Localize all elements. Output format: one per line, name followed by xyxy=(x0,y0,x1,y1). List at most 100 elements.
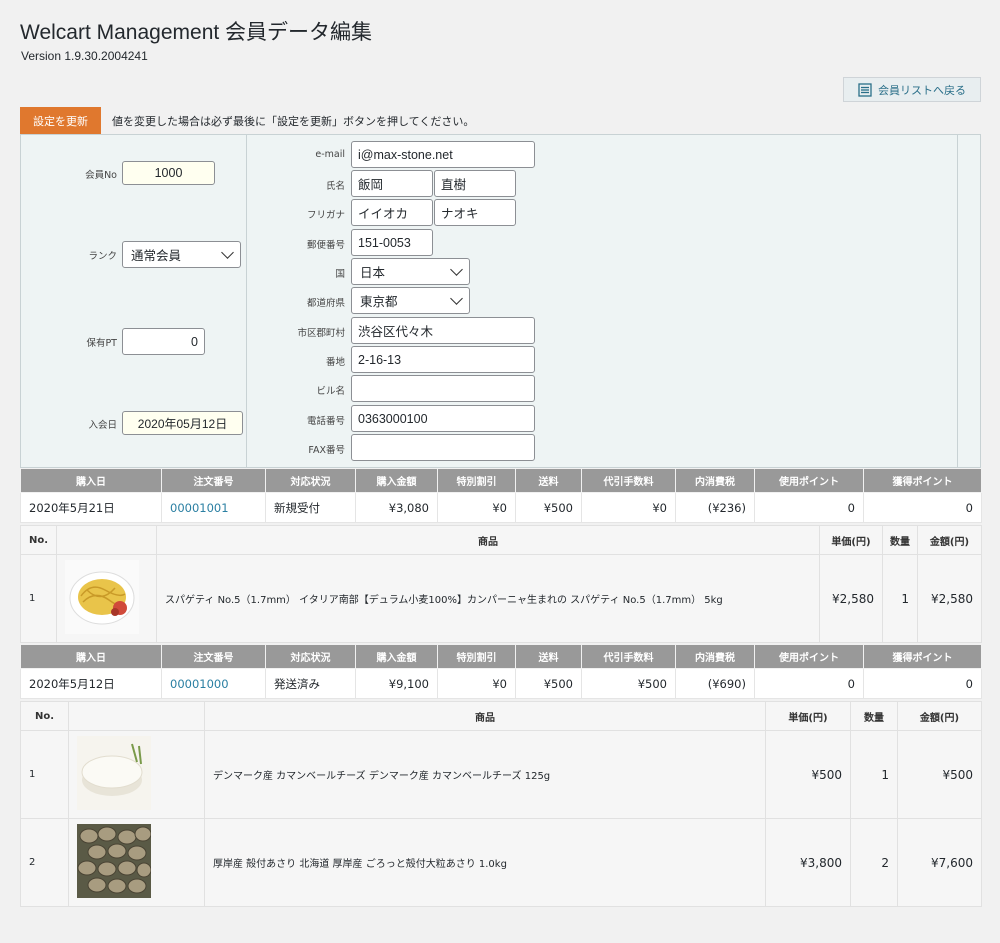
last-name-field[interactable]: 飯岡 xyxy=(351,170,433,197)
building-label: ビル名 xyxy=(316,386,345,397)
order-summary-table: 購入日 注文番号 対応状況 購入金額 特別割引 送料 代引手数料 内消費税 使用… xyxy=(20,468,982,523)
item-image-cell xyxy=(56,554,157,643)
join-date-label: 入会日 xyxy=(88,420,117,431)
item-total: ¥7,600 xyxy=(897,818,982,907)
member-no-label: 会員No xyxy=(85,170,117,181)
order-tax: (¥690) xyxy=(675,668,755,699)
order-amount: ¥9,100 xyxy=(355,668,438,699)
order-number-link[interactable]: 00001001 xyxy=(161,492,266,523)
rank-select[interactable]: 通常会員 xyxy=(122,241,241,268)
fax-field[interactable] xyxy=(351,434,535,461)
col-header-no: No. xyxy=(20,701,69,731)
col-header-qty: 数量 xyxy=(882,525,918,555)
order-status: 発送済み xyxy=(265,668,356,699)
prefecture-label: 都道府県 xyxy=(306,298,345,309)
address-label: 番地 xyxy=(325,357,345,368)
col-header-product: 商品 xyxy=(204,701,766,731)
fax-label: FAX番号 xyxy=(308,445,345,456)
member-form: 会員No 1000 ランク 通常会員 保有PT 0 入会日 2020年05月12… xyxy=(20,134,981,468)
tel-field[interactable]: 0363000100 xyxy=(351,405,535,432)
email-field[interactable]: i@max-stone.net xyxy=(351,141,535,168)
item-product-name: デンマーク産 カマンベールチーズ デンマーク産 カマンベールチーズ 125g xyxy=(204,730,766,819)
zip-label: 郵便番号 xyxy=(306,240,345,251)
prefecture-value: 東京都 xyxy=(360,294,398,309)
col-header-order-no: 注文番号 xyxy=(161,468,266,493)
item-row: 2 厚岸産 殻付あさり 北海道 厚岸産 ごろっと殻付大粒あさり 1.0kg ¥3… xyxy=(20,818,982,907)
item-row: 1 スパゲティ No.5（1.7mm） イタリア南部【デュラム小麦100%】カン… xyxy=(20,554,982,643)
item-unit-price: ¥2,580 xyxy=(819,554,883,643)
col-header-no: No. xyxy=(20,525,57,555)
first-name-field[interactable]: 直樹 xyxy=(434,170,516,197)
rank-value: 通常会員 xyxy=(131,248,182,263)
col-header-unit-price: 単価(円) xyxy=(765,701,851,731)
item-product-name: 厚岸産 殻付あさり 北海道 厚岸産 ごろっと殻付大粒あさり 1.0kg xyxy=(204,818,766,907)
col-header-amount: 購入金額 xyxy=(355,644,438,669)
last-kana-field[interactable]: イイオカ xyxy=(351,199,433,226)
item-no: 1 xyxy=(20,730,69,819)
item-qty: 2 xyxy=(850,818,898,907)
join-date-field: 2020年05月12日 xyxy=(122,411,243,435)
order-tax: (¥236) xyxy=(675,492,755,523)
col-header-status: 対応状況 xyxy=(265,468,356,493)
order-items-table: No. 商品 単価(円) 数量 金額(円) 1 デンマーク産 カマンベールチーズ… xyxy=(20,701,982,907)
order-used-points: 0 xyxy=(754,492,864,523)
col-header-used-points: 使用ポイント xyxy=(754,644,864,669)
cheese-image xyxy=(77,736,151,810)
points-label: 保有PT xyxy=(86,338,117,349)
address-field[interactable]: 2-16-13 xyxy=(351,346,535,373)
item-unit-price: ¥3,800 xyxy=(765,818,851,907)
order-number-link[interactable]: 00001000 xyxy=(161,668,266,699)
col-header-earned-points: 獲得ポイント xyxy=(863,644,982,669)
col-header-discount: 特別割引 xyxy=(437,468,516,493)
clams-image xyxy=(77,824,152,898)
order-row: 2020年5月21日 00001001 新規受付 ¥3,080 ¥0 ¥500 … xyxy=(20,492,982,523)
item-qty: 1 xyxy=(850,730,898,819)
item-total: ¥500 xyxy=(897,730,982,819)
order-amount: ¥3,080 xyxy=(355,492,438,523)
order-discount: ¥0 xyxy=(437,668,516,699)
order-shipping: ¥500 xyxy=(515,668,582,699)
first-kana-field[interactable]: ナオキ xyxy=(434,199,516,226)
col-header-used-points: 使用ポイント xyxy=(754,468,864,493)
building-field[interactable] xyxy=(351,375,535,402)
col-header-amount: 購入金額 xyxy=(355,468,438,493)
member-no-field[interactable]: 1000 xyxy=(122,161,215,185)
page-title: Welcart Management 会員データ編集 xyxy=(20,21,373,44)
col-header-qty: 数量 xyxy=(850,701,898,731)
order-date: 2020年5月12日 xyxy=(20,668,162,699)
points-field[interactable]: 0 xyxy=(122,328,205,355)
city-field[interactable]: 渋谷区代々木 xyxy=(351,317,535,344)
country-label: 国 xyxy=(335,269,345,280)
col-header-discount: 特別割引 xyxy=(437,644,516,669)
country-select[interactable]: 日本 xyxy=(351,258,470,285)
col-header-earned-points: 獲得ポイント xyxy=(863,468,982,493)
col-header-tax: 内消費税 xyxy=(675,468,755,493)
col-header-cod-fee: 代引手数料 xyxy=(581,644,676,669)
col-header-tax: 内消費税 xyxy=(675,644,755,669)
item-total: ¥2,580 xyxy=(917,554,982,643)
col-header-order-no: 注文番号 xyxy=(161,644,266,669)
order-used-points: 0 xyxy=(754,668,864,699)
chevron-down-icon xyxy=(450,263,463,276)
chevron-down-icon xyxy=(450,292,463,305)
back-to-member-list-button[interactable]: 会員リストへ戻る xyxy=(843,77,981,102)
col-header-date: 購入日 xyxy=(20,468,162,493)
form-divider xyxy=(957,135,958,467)
update-settings-button[interactable]: 設定を更新 xyxy=(20,107,101,134)
item-image-cell xyxy=(68,730,205,819)
prefecture-select[interactable]: 東京都 xyxy=(351,287,470,314)
item-row: 1 デンマーク産 カマンベールチーズ デンマーク産 カマンベールチーズ 125g… xyxy=(20,730,982,819)
col-header-total: 金額(円) xyxy=(897,701,982,731)
order-summary-table: 購入日 注文番号 対応状況 購入金額 特別割引 送料 代引手数料 内消費税 使用… xyxy=(20,644,982,699)
zip-field[interactable]: 151-0053 xyxy=(351,229,433,256)
col-header-shipping: 送料 xyxy=(515,468,582,493)
item-unit-price: ¥500 xyxy=(765,730,851,819)
col-header-cod-fee: 代引手数料 xyxy=(581,468,676,493)
item-no: 2 xyxy=(20,818,69,907)
item-no: 1 xyxy=(20,554,57,643)
col-header-total: 金額(円) xyxy=(917,525,982,555)
email-label: e-mail xyxy=(315,149,345,160)
order-earned-points: 0 xyxy=(863,492,982,523)
tel-label: 電話番号 xyxy=(306,416,345,427)
back-button-label: 会員リストへ戻る xyxy=(878,83,966,97)
